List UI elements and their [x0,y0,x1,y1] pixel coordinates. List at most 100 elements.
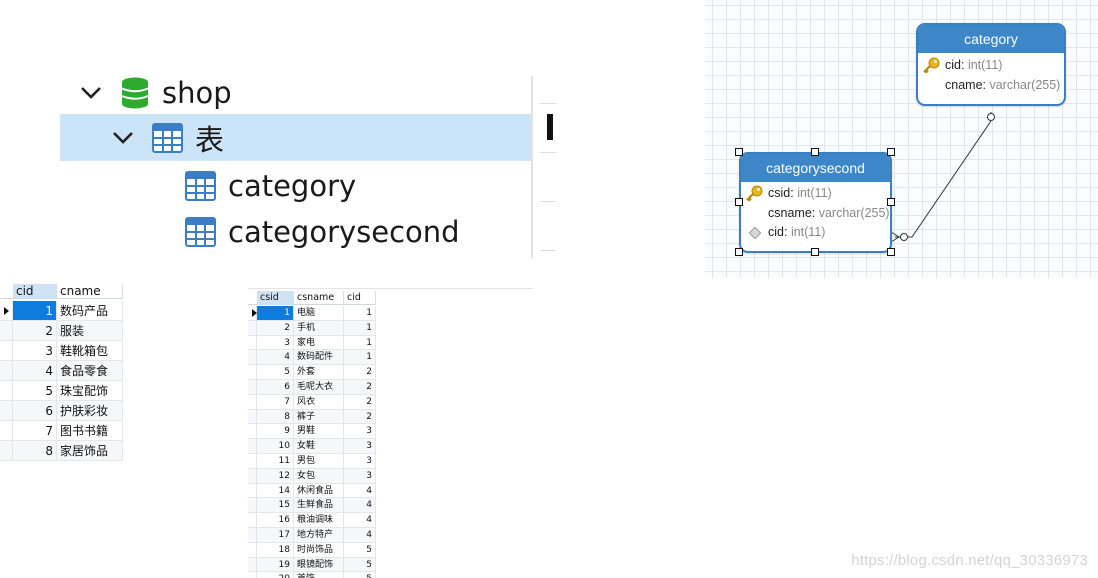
table-row[interactable]: 4 食品零食 [0,361,123,381]
table-cell[interactable]: 3 [344,424,376,440]
categorysecond-data-grid[interactable]: csid csname cid 1 电脑 1 2 手机 1 3 家电 1 4 数码配件 1 5 外套 2 6 毛… [248,288,533,578]
table-cell[interactable]: 2 [344,394,376,410]
table-cell[interactable]: 4 [344,513,376,528]
table-cell[interactable]: 数码产品 [57,301,123,321]
table-cell[interactable]: 1 [344,306,376,321]
table-cell[interactable]: 裤子 [294,409,344,425]
table-cell[interactable]: 19 [257,557,294,573]
table-row[interactable]: 16 粮油调味 4 [248,513,376,528]
table-cell[interactable]: 男包 [294,454,344,469]
table-row[interactable]: 5 外套 2 [248,365,376,380]
row-selector[interactable] [248,320,257,336]
table-cell[interactable]: 图书书籍 [57,421,123,441]
table-cell[interactable]: 3 [344,454,376,469]
table-cell[interactable]: 1 [13,301,57,321]
table-cell[interactable]: 3 [344,439,376,454]
table-cell[interactable]: 12 [257,468,294,484]
table-cell[interactable]: 1 [344,350,376,366]
table-cell[interactable]: 时尚饰品 [294,542,344,558]
table-cell[interactable]: 食品零食 [57,361,123,381]
table-cell[interactable]: 5 [344,542,376,558]
table-row[interactable]: 1 电脑 1 [248,306,376,321]
table-row[interactable]: 9 男鞋 3 [248,424,376,440]
resize-handle[interactable] [887,198,895,206]
column-header-cid[interactable]: cid [344,291,376,305]
category-data-grid[interactable]: cid cname 1 数码产品 2 服装 3 鞋靴箱包 4 食品零食 5 珠宝配饰 6 护肤彩妆 7 图… [0,284,123,464]
resize-handle[interactable] [887,148,895,156]
table-cell[interactable]: 女鞋 [294,439,344,454]
table-row[interactable]: 17 地方特产 4 [248,528,376,543]
chevron-down-icon[interactable] [112,131,138,145]
resize-handle[interactable] [735,198,743,206]
table-cell[interactable]: 数码配件 [294,350,344,366]
table-row[interactable]: 2 服装 [0,321,123,341]
table-cell[interactable]: 8 [257,409,294,425]
table-cell[interactable]: 3 [257,335,294,351]
table-cell[interactable]: 护肤彩妆 [57,401,123,421]
column-header-csname[interactable]: csname [294,291,344,305]
table-cell[interactable]: 4 [344,528,376,543]
table-cell[interactable]: 9 [257,424,294,440]
table-cell[interactable]: 2 [344,380,376,395]
row-selector[interactable] [248,528,257,543]
table-cell[interactable]: 14 [257,483,294,499]
table-cell[interactable]: 手机 [294,320,344,336]
table-cell[interactable]: 休闲食品 [294,483,344,499]
table-cell[interactable]: 眼镜配饰 [294,557,344,573]
table-row[interactable]: 7 图书书籍 [0,421,123,441]
row-selector[interactable] [248,424,257,440]
table-cell[interactable]: 5 [344,557,376,573]
table-row[interactable]: 10 女鞋 3 [248,439,376,454]
table-cell[interactable]: 5 [344,572,376,578]
table-row[interactable]: 1 数码产品 [0,301,123,321]
row-selector[interactable] [248,365,257,380]
resize-handle[interactable] [735,148,743,156]
tree-node-shop[interactable]: shop [80,70,232,116]
table-cell[interactable]: 16 [257,513,294,528]
table-cell[interactable]: 18 [257,542,294,558]
row-selector[interactable] [248,306,257,321]
row-selector[interactable] [248,572,257,578]
table-cell[interactable]: 6 [13,401,57,421]
row-selector[interactable] [0,301,13,321]
table-cell[interactable]: 4 [344,498,376,514]
er-diagram-canvas[interactable]: category cid: int(11) cname: varchar(255… [705,0,1098,278]
table-row[interactable]: 8 家居饰品 [0,441,123,461]
column-header-cid[interactable]: cid [13,284,57,299]
chevron-down-icon[interactable] [80,86,106,100]
table-cell[interactable]: 2 [344,365,376,380]
table-row[interactable]: 18 时尚饰品 5 [248,542,376,558]
column-header-csid[interactable]: csid [257,291,294,305]
row-selector[interactable] [248,380,257,395]
table-row[interactable]: 20首饰5 [248,572,376,578]
table-cell[interactable]: 4 [13,361,57,381]
column-header-cname[interactable]: cname [57,284,123,299]
tree-node-table-categorysecond[interactable]: categorysecond [185,209,460,255]
table-row[interactable]: 6 护肤彩妆 [0,401,123,421]
table-cell[interactable]: 15 [257,498,294,514]
row-selector[interactable] [0,361,13,381]
table-cell[interactable]: 1 [344,320,376,336]
table-cell[interactable]: 2 [257,320,294,336]
row-selector[interactable] [248,350,257,366]
table-cell[interactable]: 8 [13,441,57,461]
table-cell[interactable]: 11 [257,454,294,469]
row-selector[interactable] [248,513,257,528]
row-selector[interactable] [248,483,257,499]
table-row[interactable]: 8 裤子 2 [248,409,376,425]
table-cell[interactable]: 7 [13,421,57,441]
table-row[interactable]: 12 女包 3 [248,468,376,484]
resize-handle[interactable] [887,248,895,256]
table-row[interactable]: 14 休闲食品 4 [248,483,376,499]
table-row[interactable]: 5 珠宝配饰 [0,381,123,401]
table-cell[interactable]: 家居饰品 [57,441,123,461]
row-selector[interactable] [0,441,13,461]
table-cell[interactable]: 电脑 [294,306,344,321]
resize-handle[interactable] [735,248,743,256]
table-cell[interactable]: 17 [257,528,294,543]
table-row[interactable]: 3 家电 1 [248,335,376,351]
table-row[interactable]: 11 男包 3 [248,454,376,469]
table-cell[interactable]: 生鲜食品 [294,498,344,514]
table-cell[interactable]: 7 [257,394,294,410]
table-cell[interactable]: 5 [13,381,57,401]
